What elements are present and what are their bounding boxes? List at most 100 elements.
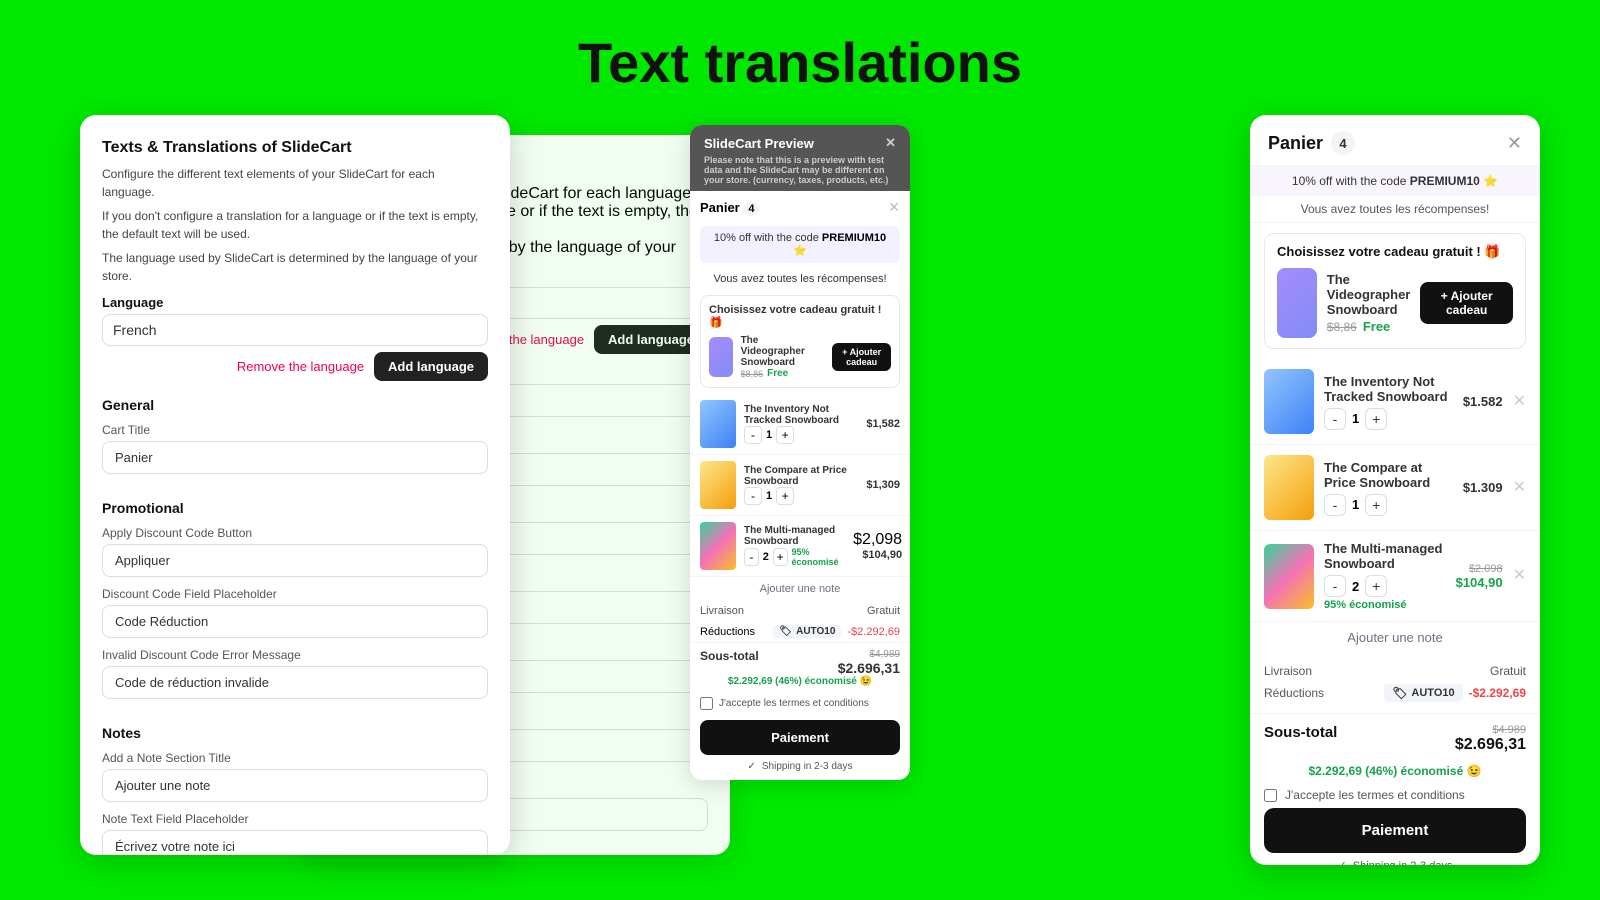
apply-discount-input[interactable] — [102, 544, 488, 577]
preview-item-name-3: The Multi-managed Snowboard — [744, 525, 845, 547]
cart-qty-1: 1 — [1352, 411, 1359, 426]
preview-sous-total-price: $2.696,31 — [838, 660, 900, 676]
preview-paiement-button[interactable]: Paiement — [700, 720, 900, 755]
cart-item-img-2 — [1264, 455, 1314, 520]
cart-remove-2[interactable]: ✕ — [1513, 480, 1526, 496]
preview-add-note[interactable]: Ajouter une note — [690, 577, 910, 601]
preview-rewards: Vous avez toutes les récompenses! — [690, 269, 910, 289]
cart-item-img-1 — [1264, 369, 1314, 434]
cart-subtotal-section: Sous-total $4.989 $2.696,31 — [1250, 713, 1540, 760]
language-select[interactable]: French — [102, 314, 488, 346]
cart-promo-banner: 10% off with the code PREMIUM10 ⭐ — [1250, 166, 1540, 196]
settings-panel-title: Texts & Translations of SlideCart — [102, 139, 488, 157]
cart-paiement-button[interactable]: Paiement — [1264, 808, 1526, 853]
preview-subtotal-section: Sous-total $4,989 $2.696,31 $2.292,69 (4… — [690, 642, 910, 693]
general-section-title: General — [102, 397, 488, 413]
cart-gift-free: Free — [1363, 319, 1390, 334]
cart-price-2: $1.309 — [1463, 480, 1503, 495]
cart-remove-1[interactable]: ✕ — [1513, 394, 1526, 410]
preview-increase-1[interactable]: + — [776, 426, 794, 444]
cart-increase-1[interactable]: + — [1365, 408, 1387, 430]
cart-subtotal-orig: $4.989 — [1455, 724, 1526, 736]
preview-increase-3[interactable]: + — [773, 548, 788, 566]
remove-language-button[interactable]: Remove the language — [237, 359, 364, 374]
preview-gift-section: Choisissez votre cadeau gratuit ! 🎁 The … — [700, 295, 900, 388]
preview-sous-total-orig: $4,989 — [838, 649, 900, 660]
settings-desc1: Configure the different text elements of… — [102, 165, 488, 201]
preview-shipping-note: ✓ Shipping in 2-3 days — [690, 761, 910, 780]
cart-price-3: $104,90 — [1456, 575, 1503, 590]
preview-reductions-value: -$2.292,69 — [847, 626, 900, 638]
cart-decrease-3[interactable]: - — [1324, 575, 1346, 597]
cart-savings-note: $2.292,69 (46%) économisé 😉 — [1250, 760, 1540, 782]
cart-gift-image — [1277, 268, 1317, 338]
cart-close-button[interactable]: ✕ — [1507, 133, 1522, 154]
preview-terms: J'accepte les termes et conditions — [690, 693, 910, 714]
preview-price-3: $104,90 — [853, 549, 902, 561]
preview-sous-total-label: Sous-total — [700, 649, 759, 676]
preview-item-name-1: The Inventory Not Tracked Snowboard — [744, 404, 858, 426]
language-label: Language — [102, 295, 488, 310]
preview-savings-note: $2.292,69 (46%) économisé 😉 — [700, 676, 900, 687]
preview-close-icon[interactable]: ✕ — [885, 135, 896, 151]
preview-gift-title: Choisissez votre cadeau gratuit ! 🎁 — [709, 304, 891, 329]
cart-panel-title: Panier — [1268, 133, 1323, 154]
cart-decrease-1[interactable]: - — [1324, 408, 1346, 430]
preview-header: SlideCart Preview ✕ Please note that thi… — [690, 125, 910, 191]
preview-add-gift-button[interactable]: + Ajouter cadeau — [832, 343, 891, 371]
promotional-section-title: Promotional — [102, 500, 488, 516]
cart-terms-text: J'accepte les termes et conditions — [1285, 788, 1465, 802]
discount-placeholder-input[interactable] — [102, 605, 488, 638]
preview-decrease-3[interactable]: - — [744, 548, 759, 566]
preview-item-img-3 — [700, 522, 736, 570]
preview-cart-close[interactable]: ✕ — [888, 199, 900, 216]
cart-savings-3: 95% économisé — [1324, 599, 1446, 611]
cart-increase-2[interactable]: + — [1365, 494, 1387, 516]
cart-terms-row: J'accepte les termes et conditions — [1250, 782, 1540, 808]
preview-decrease-2[interactable]: - — [744, 487, 762, 505]
cart-item-name-2: The Compare at Price Snowboard — [1324, 460, 1453, 490]
cart-remove-3[interactable]: ✕ — [1513, 568, 1526, 584]
cart-increase-3[interactable]: + — [1365, 575, 1387, 597]
preview-panel: SlideCart Preview ✕ Please note that thi… — [690, 125, 910, 780]
add-language-button[interactable]: Add language — [374, 352, 488, 381]
notes-section-title: Notes — [102, 725, 488, 741]
reductions-label: Réductions — [1264, 686, 1324, 700]
settings-desc3: The language used by SlideCart is determ… — [102, 249, 488, 285]
preview-qty-3: 2 — [763, 551, 769, 563]
preview-decrease-1[interactable]: - — [744, 426, 762, 444]
preview-item-img-2 — [700, 461, 736, 509]
preview-desc: Please note that this is a preview with … — [704, 155, 896, 185]
cart-subtotal-label: Sous-total — [1264, 724, 1337, 741]
preview-reductions-badge: 🏷 AUTO10 — [773, 625, 841, 638]
settings-desc2: If you don't configure a translation for… — [102, 207, 488, 243]
cart-panel: Panier 4 ✕ 10% off with the code PREMIUM… — [1250, 115, 1540, 865]
preview-gift-free: Free — [767, 368, 788, 379]
shipping-checkmark-icon: ✓ — [1338, 859, 1347, 865]
preview-item-2: The Compare at Price Snowboard - 1 + $1,… — [690, 455, 910, 516]
invalid-discount-label: Invalid Discount Code Error Message — [102, 648, 488, 662]
reductions-badge: 🏷 AUTO10 — [1384, 684, 1462, 702]
cart-shipping-note: ✓ Shipping in 2-3 days — [1250, 859, 1540, 865]
cart-item-1: The Inventory Not Tracked Snowboard - 1 … — [1250, 359, 1540, 445]
cart-title-input[interactable] — [102, 441, 488, 474]
add-note-input[interactable] — [102, 769, 488, 802]
cart-orig-3: $2.098 — [1456, 563, 1503, 575]
note-placeholder-input[interactable] — [102, 830, 488, 855]
cart-add-note[interactable]: Ajouter une note — [1250, 622, 1540, 653]
preview-item-name-2: The Compare at Price Snowboard — [744, 465, 858, 487]
livraison-value: Gratuit — [1490, 664, 1526, 678]
preview-increase-2[interactable]: + — [776, 487, 794, 505]
cart-decrease-2[interactable]: - — [1324, 494, 1346, 516]
tag-icon: 🏷 — [779, 626, 792, 637]
cart-add-gift-button[interactable]: + Ajouter cadeau — [1420, 282, 1513, 324]
invalid-discount-input[interactable] — [102, 666, 488, 699]
preview-cart-title: Panier 4 — [700, 200, 760, 215]
preview-qty-2: 1 — [766, 490, 772, 502]
cart-item-name-1: The Inventory Not Tracked Snowboard — [1324, 374, 1453, 404]
preview-terms-checkbox[interactable] — [700, 697, 713, 710]
cart-panel-count: 4 — [1331, 131, 1355, 155]
reductions-value: -$2.292,69 — [1469, 686, 1526, 700]
preview-gift-image — [709, 337, 733, 377]
cart-terms-checkbox[interactable] — [1264, 789, 1277, 802]
